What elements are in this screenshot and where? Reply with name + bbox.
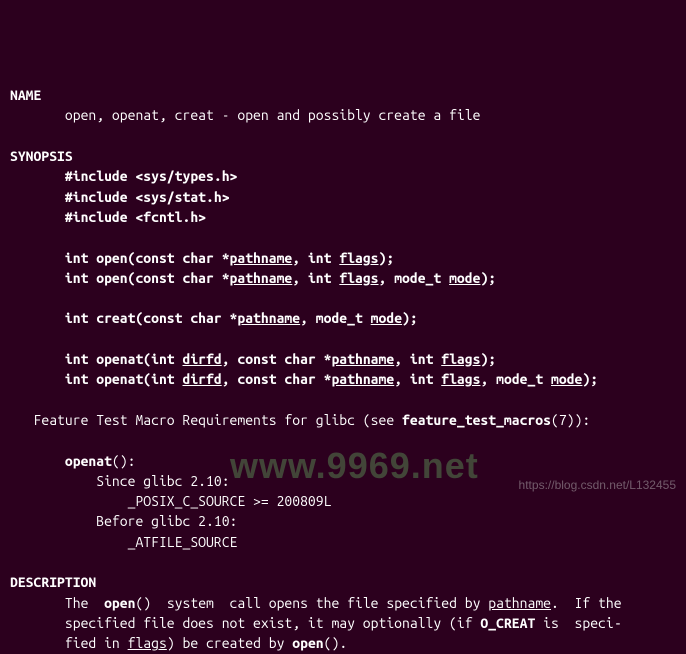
- param-dirfd: dirfd: [183, 351, 222, 367]
- fn-sep: , int: [292, 250, 339, 266]
- desc-open: open: [292, 635, 323, 651]
- section-description: DESCRIPTION: [10, 574, 96, 590]
- include-line: #include <sys/types.h>: [65, 168, 237, 184]
- ftm-text: (7)):: [551, 412, 590, 428]
- desc-text: fied in: [65, 635, 128, 651]
- fn-tail: );: [379, 250, 395, 266]
- desc-flags: flags: [128, 635, 167, 651]
- section-name: NAME: [10, 87, 41, 103]
- fn-open-2: int open(const char *: [65, 270, 230, 286]
- fn-sep: , const char *: [222, 371, 332, 387]
- include-line: #include <sys/stat.h>: [65, 189, 230, 205]
- param-dirfd: dirfd: [183, 371, 222, 387]
- include-line: #include <fcntl.h>: [65, 209, 206, 225]
- param-flags: flags: [339, 250, 378, 266]
- fn-sep: , mode_t: [379, 270, 450, 286]
- fn-tail: );: [480, 351, 496, 367]
- desc-text: The: [65, 595, 104, 611]
- param-pathname: pathname: [230, 270, 293, 286]
- fn-openat-1: int openat(int: [65, 351, 183, 367]
- desc-text: is speci‐: [535, 615, 622, 631]
- since-def: _POSIX_C_SOURCE >= 200809L: [128, 493, 332, 509]
- desc-text: specified file does not exist, it may op…: [65, 615, 481, 631]
- openat-tail: ():: [112, 453, 136, 469]
- openat-label: openat: [65, 453, 112, 469]
- param-pathname: pathname: [331, 351, 394, 367]
- ftm-text: Feature Test Macro Requirements for glib…: [34, 412, 402, 428]
- param-pathname: pathname: [331, 371, 394, 387]
- param-mode: mode: [551, 371, 582, 387]
- desc-text: () system call opens the file specified …: [135, 595, 488, 611]
- fn-sep: , mode_t: [480, 371, 551, 387]
- watermark-logo: www.9969.net: [230, 440, 479, 492]
- desc-pathname: pathname: [488, 595, 551, 611]
- desc-text: . If the: [551, 595, 622, 611]
- before-label: Before glibc 2.10:: [96, 513, 237, 529]
- section-synopsis: SYNOPSIS: [10, 148, 73, 164]
- since-label: Since glibc 2.10:: [96, 473, 229, 489]
- param-flags: flags: [441, 351, 480, 367]
- before-def: _ATFILE_SOURCE: [128, 534, 238, 550]
- fn-tail: );: [480, 270, 496, 286]
- desc-text: ) be created by: [167, 635, 292, 651]
- fn-sep: , int: [292, 270, 339, 286]
- param-pathname: pathname: [237, 310, 300, 326]
- fn-open-1: int open(const char *: [65, 250, 230, 266]
- desc-text: ().: [324, 635, 348, 651]
- desc-open: open: [104, 595, 135, 611]
- param-flags: flags: [339, 270, 378, 286]
- fn-tail: );: [582, 371, 598, 387]
- desc-ocreat: O_CREAT: [480, 615, 535, 631]
- fn-sep: , mode_t: [300, 310, 371, 326]
- fn-sep: , int: [394, 371, 441, 387]
- param-mode: mode: [371, 310, 402, 326]
- ftm-ref: feature_test_macros: [402, 412, 551, 428]
- fn-sep: , const char *: [222, 351, 332, 367]
- fn-openat-2: int openat(int: [65, 371, 183, 387]
- param-pathname: pathname: [230, 250, 293, 266]
- param-flags: flags: [441, 371, 480, 387]
- fn-sep: , int: [394, 351, 441, 367]
- fn-creat: int creat(const char *: [65, 310, 237, 326]
- name-body: open, openat, creat - open and possibly …: [65, 107, 481, 123]
- param-mode: mode: [449, 270, 480, 286]
- watermark-url: https://blog.csdn.net/L132455: [519, 477, 676, 494]
- fn-tail: );: [402, 310, 418, 326]
